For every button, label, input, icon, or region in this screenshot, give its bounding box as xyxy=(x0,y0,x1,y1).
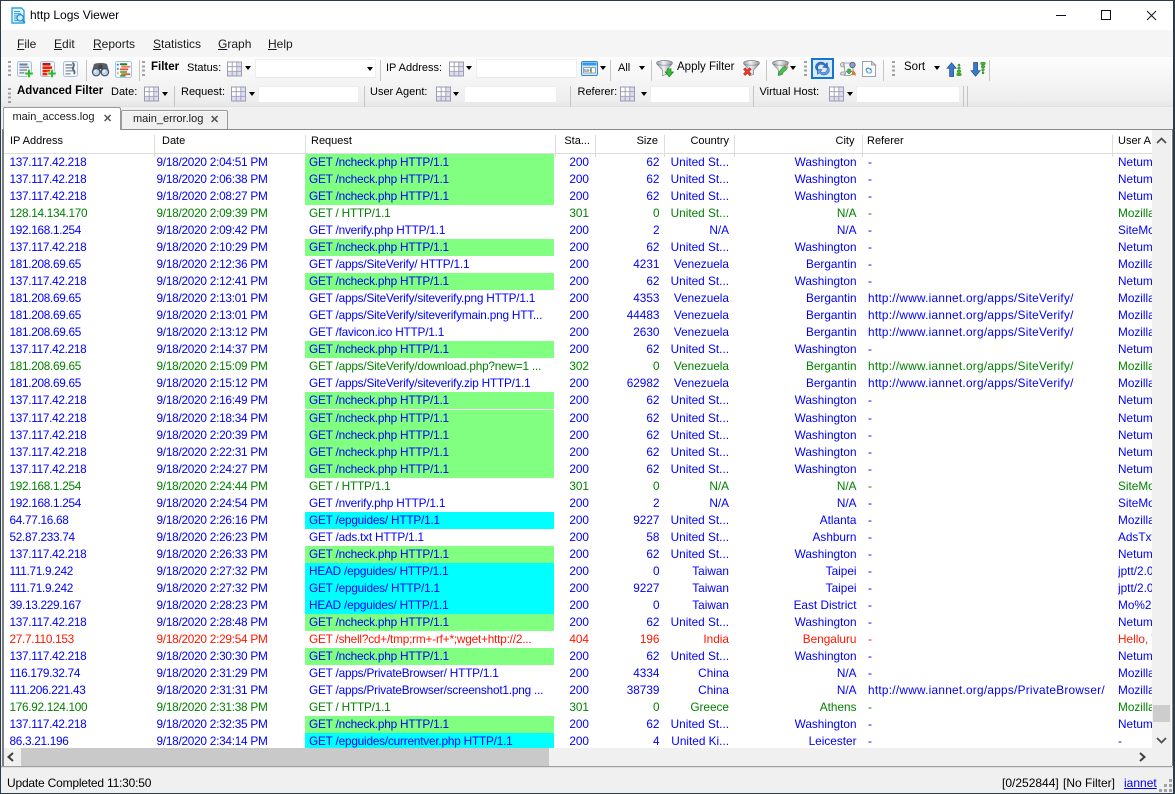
svg-text:58+: 58+ xyxy=(584,68,592,73)
